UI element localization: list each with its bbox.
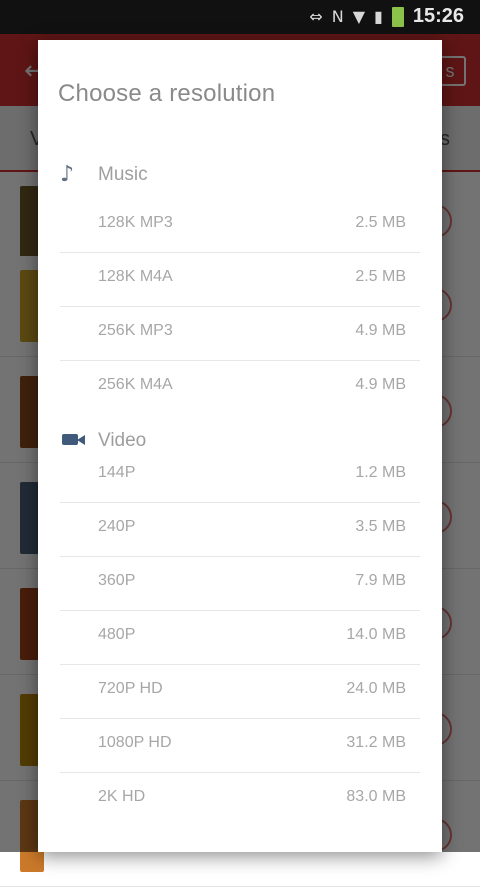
music-section-label: Music — [98, 164, 148, 185]
option-size: 14.0 MB — [346, 626, 406, 643]
music-section-header: ♪ Music — [38, 152, 442, 200]
resolution-option[interactable]: 144P 1.2 MB — [60, 448, 420, 503]
option-size: 4.9 MB — [355, 322, 406, 339]
option-size: 7.9 MB — [355, 572, 406, 589]
resolution-dialog: Choose a resolution ♪ Music 128K MP3 2.5… — [38, 40, 442, 852]
resolution-option[interactable]: 128K MP3 2.5 MB — [60, 198, 420, 253]
option-name: 480P — [98, 626, 136, 643]
option-size: 2.5 MB — [355, 214, 406, 231]
resolution-option[interactable]: 256K M4A 4.9 MB — [60, 360, 420, 414]
resolution-option[interactable]: 128K M4A 2.5 MB — [60, 252, 420, 307]
nfc-icon: N — [331, 7, 344, 26]
video-camera-icon — [62, 434, 78, 445]
option-name: 1080P HD — [98, 734, 172, 751]
status-bar: ⇔ N ▼ ▮ 15:26 — [0, 0, 480, 34]
option-size: 31.2 MB — [346, 734, 406, 751]
battery-icon — [391, 6, 404, 27]
resolution-option[interactable]: 240P 3.5 MB — [60, 502, 420, 557]
option-size: 1.2 MB — [355, 464, 406, 481]
option-name: 128K M4A — [98, 268, 173, 285]
option-name: 360P — [98, 572, 136, 589]
option-name: 720P HD — [98, 680, 163, 697]
option-name: 2K HD — [98, 788, 146, 805]
option-name: 256K M4A — [98, 376, 173, 393]
option-size: 3.5 MB — [355, 518, 406, 535]
option-size: 2.5 MB — [355, 268, 406, 285]
resolution-option[interactable]: 256K MP3 4.9 MB — [60, 306, 420, 361]
wifi-icon: ▼ — [352, 7, 366, 26]
option-name: 128K MP3 — [98, 214, 173, 231]
option-name: 144P — [98, 464, 136, 481]
signal-icon: ▮ — [374, 7, 383, 26]
resolution-option[interactable]: 720P HD 24.0 MB — [60, 664, 420, 719]
resolution-option[interactable]: 360P 7.9 MB — [60, 556, 420, 611]
resolution-option[interactable]: 1080P HD 31.2 MB — [60, 718, 420, 773]
option-size: 24.0 MB — [346, 680, 406, 697]
status-icons: ⇔ N ▼ ▮ 15:26 — [309, 5, 464, 28]
status-time: 15:26 — [412, 5, 464, 27]
option-size: 4.9 MB — [355, 376, 406, 393]
dialog-title: Choose a resolution — [58, 80, 276, 107]
option-name: 256K MP3 — [98, 322, 173, 339]
resolution-option[interactable]: 2K HD 83.0 MB — [60, 772, 420, 826]
music-note-icon: ♪ — [60, 162, 75, 187]
link-icon: ⇔ — [309, 7, 323, 26]
option-name: 240P — [98, 518, 136, 535]
option-size: 83.0 MB — [346, 788, 406, 805]
resolution-option[interactable]: 480P 14.0 MB — [60, 610, 420, 665]
